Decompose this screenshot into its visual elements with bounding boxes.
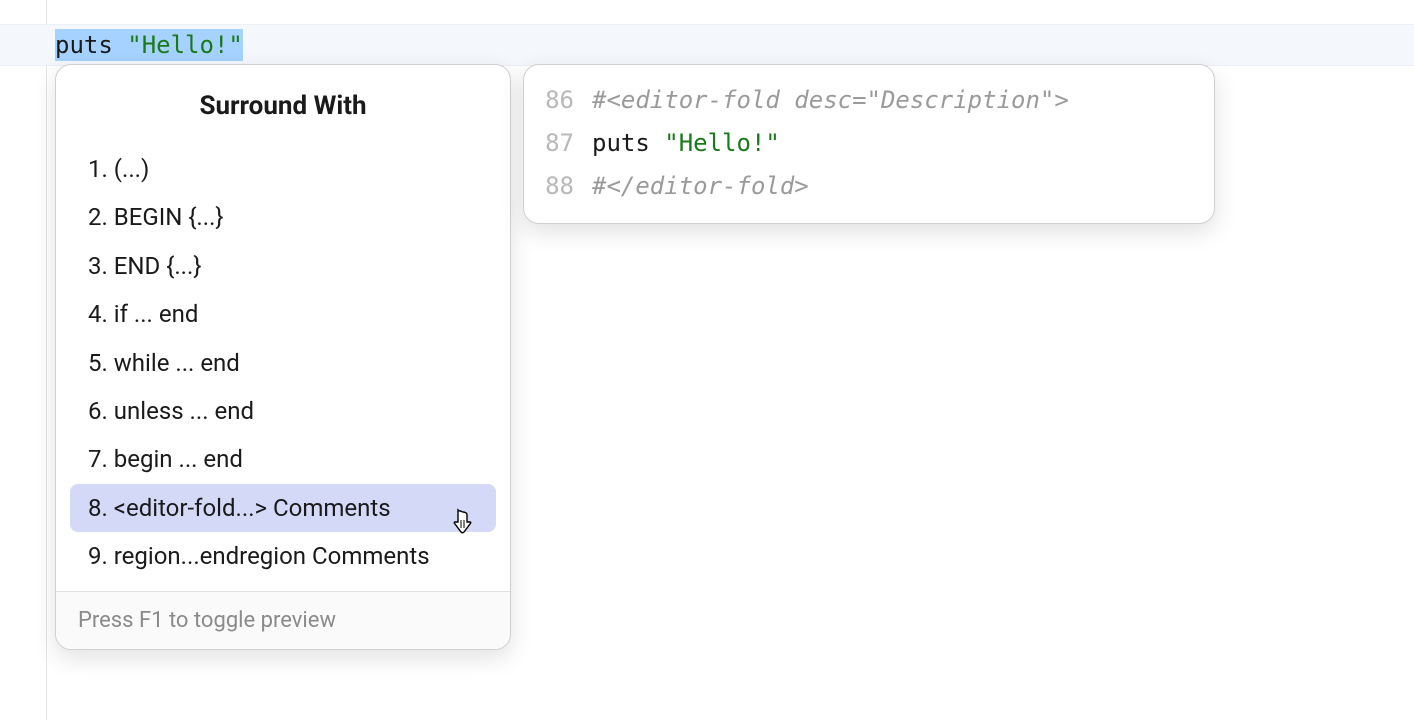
preview-keyword: puts (592, 129, 650, 157)
preview-comment: #</editor-fold> (592, 165, 809, 208)
surround-option-7[interactable]: 7. begin ... end (70, 435, 496, 483)
popup-footer-hint: Press F1 to toggle preview (56, 591, 510, 649)
surround-option-5[interactable]: 5. while ... end (70, 339, 496, 387)
code-keyword: puts (55, 31, 113, 59)
surround-option-8[interactable]: 8. <editor-fold...> Comments (70, 484, 496, 532)
surround-option-2[interactable]: 2. BEGIN {...} (70, 193, 496, 241)
preview-line: 86 #<editor-fold desc="Description"> (544, 79, 1194, 122)
editor-code-line[interactable]: puts "Hello!" (55, 28, 243, 62)
surround-option-9[interactable]: 9. region...endregion Comments (70, 532, 496, 580)
surround-option-3[interactable]: 3. END {...} (70, 242, 496, 290)
surround-option-1[interactable]: 1. (...) (70, 145, 496, 193)
preview-comment: #<editor-fold desc="Description"> (592, 79, 1069, 122)
preview-line: 88 #</editor-fold> (544, 165, 1194, 208)
preview-string: "Hello!" (664, 129, 780, 157)
preview-panel: 86 #<editor-fold desc="Description"> 87 … (523, 64, 1215, 224)
surround-with-popup: Surround With 1. (...) 2. BEGIN {...} 3.… (55, 64, 511, 650)
preview-line: 87 puts "Hello!" (544, 122, 1194, 165)
popup-title: Surround With (56, 77, 510, 145)
line-number: 88 (544, 165, 592, 208)
surround-option-4[interactable]: 4. if ... end (70, 290, 496, 338)
line-number: 87 (544, 122, 592, 165)
popup-list: 1. (...) 2. BEGIN {...} 3. END {...} 4. … (56, 145, 510, 591)
code-space (113, 31, 127, 59)
code-string: "Hello!" (127, 31, 243, 59)
surround-option-6[interactable]: 6. unless ... end (70, 387, 496, 435)
editor-gutter-line (46, 0, 47, 720)
line-number: 86 (544, 79, 592, 122)
preview-space (650, 129, 664, 157)
